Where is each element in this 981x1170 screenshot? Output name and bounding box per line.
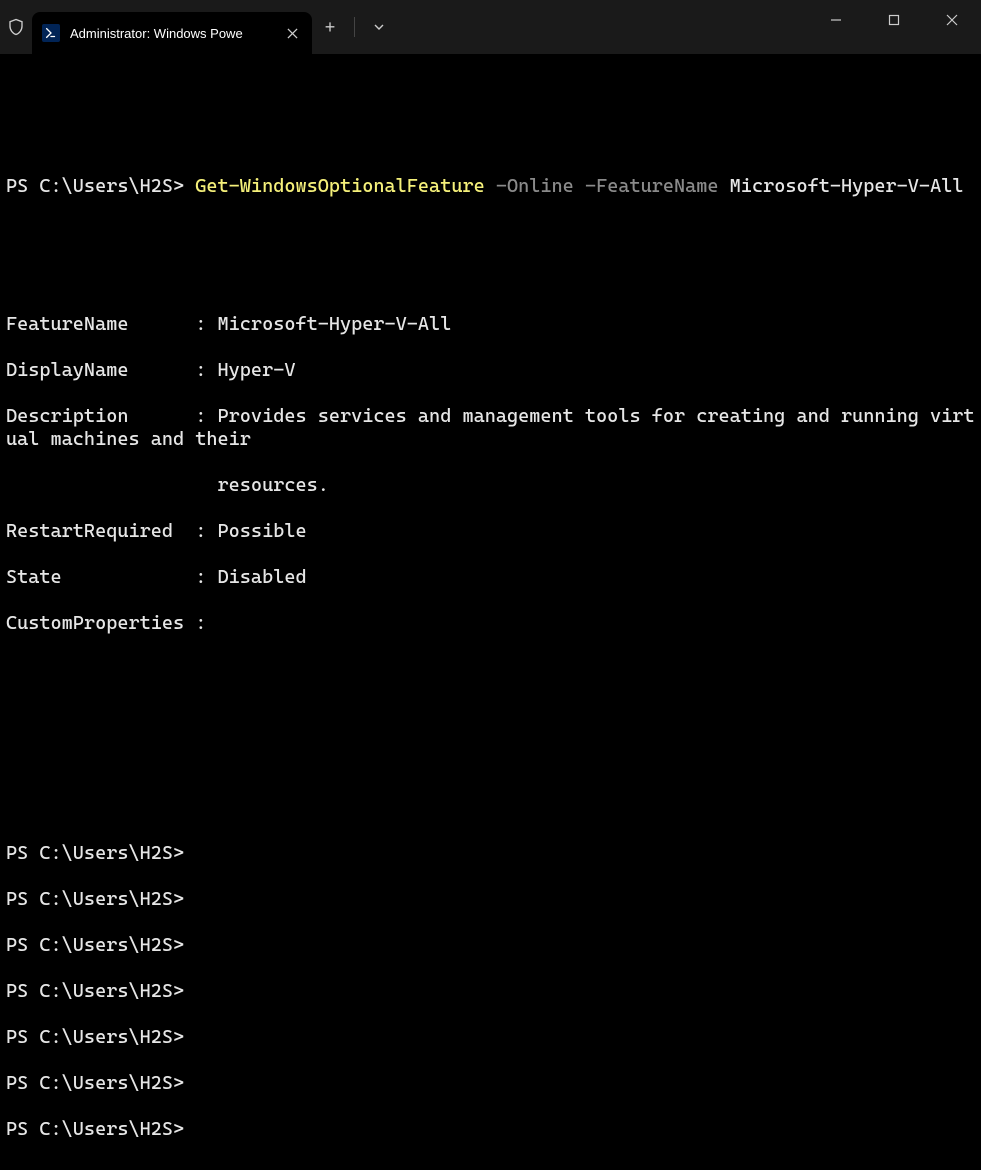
tab-dropdown-button[interactable] bbox=[361, 9, 397, 45]
arg-value: Microsoft-Hyper-V-All bbox=[730, 175, 964, 197]
cmdlet-name: Get-WindowsOptionalFeature bbox=[195, 175, 484, 197]
output-displayname: DisplayName : Hyper-V bbox=[6, 359, 975, 382]
prompt: PS C:\Users\H2S> bbox=[6, 175, 184, 197]
param-featurename: -FeatureName bbox=[585, 175, 719, 197]
close-tab-button[interactable] bbox=[282, 23, 302, 43]
new-tab-button[interactable]: + bbox=[312, 9, 348, 45]
param-online: -Online bbox=[496, 175, 574, 197]
output-state: State : Disabled bbox=[6, 566, 975, 589]
output-featurename: FeatureName : Microsoft-Hyper-V-All bbox=[6, 313, 975, 336]
maximize-button[interactable] bbox=[865, 0, 923, 40]
window-controls bbox=[807, 0, 981, 40]
empty-prompt: PS C:\Users\H2S> bbox=[6, 980, 975, 1003]
output-description-cont: resources. bbox=[6, 474, 975, 497]
powershell-icon bbox=[42, 24, 60, 42]
empty-prompt: PS C:\Users\H2S> bbox=[6, 1072, 975, 1095]
output-restartrequired: RestartRequired : Possible bbox=[6, 520, 975, 543]
terminal-content[interactable]: PS C:\Users\H2S> Get-WindowsOptionalFeat… bbox=[0, 54, 981, 1170]
empty-prompt: PS C:\Users\H2S> bbox=[6, 1026, 975, 1049]
tab-title: Administrator: Windows Powe bbox=[70, 26, 272, 41]
output-customproperties: CustomProperties : bbox=[6, 612, 975, 635]
output-description: Description : Provides services and mana… bbox=[6, 405, 975, 451]
close-window-button[interactable] bbox=[923, 0, 981, 40]
command-line: PS C:\Users\H2S> Get-WindowsOptionalFeat… bbox=[6, 175, 975, 198]
empty-prompt: PS C:\Users\H2S> bbox=[6, 934, 975, 957]
active-tab[interactable]: Administrator: Windows Powe bbox=[32, 12, 312, 54]
empty-prompt: PS C:\Users\H2S> bbox=[6, 1118, 975, 1141]
divider bbox=[354, 17, 355, 37]
empty-prompt: PS C:\Users\H2S> bbox=[6, 842, 975, 865]
title-bar: Administrator: Windows Powe + bbox=[0, 0, 981, 54]
minimize-button[interactable] bbox=[807, 0, 865, 40]
admin-shield-icon bbox=[0, 0, 32, 54]
empty-prompt: PS C:\Users\H2S> bbox=[6, 888, 975, 911]
